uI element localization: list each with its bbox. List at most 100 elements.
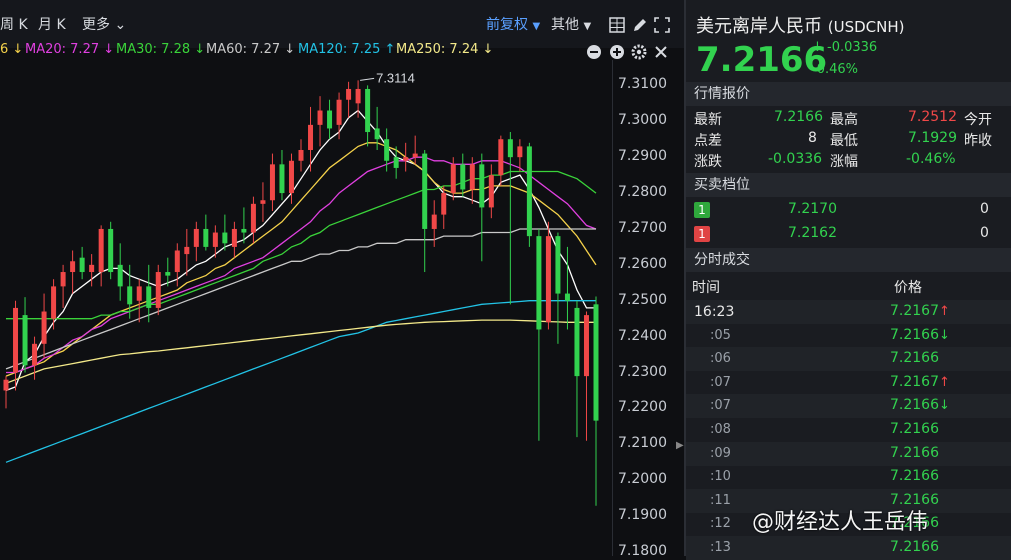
candlestick-chart[interactable]: 7.3114	[0, 60, 612, 556]
candle-body	[79, 257, 85, 273]
candle-body	[545, 236, 551, 323]
adjust-dropdown[interactable]: 前复权 ▼	[486, 14, 540, 34]
fullscreen-icon[interactable]	[654, 17, 670, 33]
collapse-panel-icon[interactable]: ▶	[676, 440, 684, 460]
candle-body	[288, 160, 294, 194]
section-orderbook: 买卖档位	[686, 173, 1011, 197]
candle-body	[155, 272, 161, 308]
price-tick-label: 7.1800	[618, 543, 667, 559]
instrument-title: 美元离岸人民币 (USDCNH)	[696, 12, 904, 38]
price-tick-label: 7.2400	[618, 327, 667, 344]
candle-body	[555, 236, 561, 294]
candle	[317, 96, 323, 147]
candle-body	[517, 146, 523, 158]
ma60-legend: MA60: 7.27 ↓	[206, 42, 296, 57]
candle-body	[60, 272, 66, 287]
candle-body	[317, 110, 323, 125]
candle-body	[374, 128, 380, 140]
change-pct-value: -0.46%	[906, 151, 956, 167]
arrow-down-icon: ↓	[939, 398, 950, 414]
candle-body	[22, 315, 28, 366]
candle	[412, 135, 418, 165]
section-orderbook-label: 买卖档位	[694, 177, 750, 193]
chart-controls	[587, 44, 667, 60]
tick-price: 7.2166	[890, 421, 939, 437]
candle	[488, 164, 494, 219]
candle-body	[469, 164, 475, 190]
candle-body	[222, 232, 228, 244]
open-label: 今开	[964, 112, 992, 128]
candle-body	[203, 228, 209, 247]
ma30-legend: MA30: 7.28 ↓	[116, 42, 206, 57]
candle-body	[70, 261, 76, 273]
candle	[108, 221, 114, 280]
watermark: @财经达人王岳伟	[752, 510, 929, 535]
price-tick-label: 7.2800	[618, 184, 667, 201]
candle	[288, 153, 294, 204]
tick-row: :09 7.2166	[686, 441, 1011, 466]
candle	[231, 221, 237, 258]
candle	[564, 246, 570, 330]
candle-body	[3, 379, 9, 391]
caret-down-icon: ▼	[532, 21, 541, 32]
tick-row: :07 7.2167↑	[686, 371, 1011, 395]
candle-body	[13, 307, 19, 373]
tick-time: :07	[710, 398, 731, 414]
tick-row: :13 7.2166	[686, 536, 1011, 560]
change-pct-label: 涨幅	[830, 154, 858, 170]
candle	[346, 81, 352, 118]
candle-body	[98, 228, 104, 273]
prev-close-label: 昨收	[964, 133, 992, 149]
candle-body	[308, 124, 314, 150]
candle-body	[146, 286, 152, 308]
ma-line-6	[5, 319, 596, 384]
candle-body	[346, 88, 352, 100]
candle	[13, 300, 19, 391]
ma250-legend: MA250: 7.24 ↓	[396, 42, 494, 57]
bid-qty: 0	[980, 225, 989, 241]
candle	[583, 311, 589, 441]
candle-body	[441, 193, 447, 215]
other-dropdown[interactable]: 其他 ▼	[551, 14, 591, 34]
grid-icon[interactable]	[609, 17, 625, 33]
more-menu[interactable]: 更多 ⌄	[82, 14, 126, 34]
candle	[22, 297, 28, 373]
tick-time: :05	[710, 327, 731, 343]
settings-gear-icon[interactable]	[631, 44, 647, 60]
zoom-in-icon[interactable]	[610, 45, 624, 59]
candle	[479, 153, 485, 262]
chart-toolbar: 周 K 月 K 更多 ⌄ 前复权 ▼ 其他 ▼	[0, 0, 684, 48]
candle	[117, 243, 123, 301]
candle	[41, 293, 47, 359]
ma10-legend: 6 ↓	[0, 42, 24, 57]
tick-row: :08 7.2166	[686, 418, 1011, 442]
candle	[260, 182, 266, 222]
price-tick-label: 7.2700	[618, 219, 667, 236]
high-label: 最高	[830, 112, 858, 128]
candle-body	[193, 228, 199, 247]
candle	[365, 85, 371, 147]
high-marker-label: 7.3114	[376, 70, 415, 85]
candle	[507, 132, 513, 305]
last-price: 7.2166	[696, 40, 828, 80]
tick-time: :12	[710, 516, 731, 532]
price-tick-label: 7.2500	[618, 291, 667, 308]
candle	[498, 135, 504, 186]
period-month-tab[interactable]: 月 K	[38, 14, 66, 34]
candle	[298, 139, 304, 172]
candle	[422, 149, 428, 273]
arrow-down-icon: ↓	[939, 327, 950, 343]
candle	[269, 153, 275, 212]
section-ticks: 分时成交	[686, 248, 1011, 272]
tick-row: :10 7.2166	[686, 465, 1011, 489]
pencil-icon[interactable]	[632, 17, 648, 33]
zoom-out-icon[interactable]	[587, 45, 601, 59]
candle-body	[460, 164, 466, 190]
close-icon[interactable]	[655, 46, 667, 58]
tick-price: 7.2167↑	[890, 303, 950, 319]
ma-line-2	[6, 156, 597, 374]
tick-row: :07 7.2166↓	[686, 394, 1011, 419]
period-week-tab[interactable]: 周 K	[0, 14, 28, 34]
change-label: 涨跌	[694, 154, 722, 170]
more-label: 更多	[82, 17, 110, 33]
